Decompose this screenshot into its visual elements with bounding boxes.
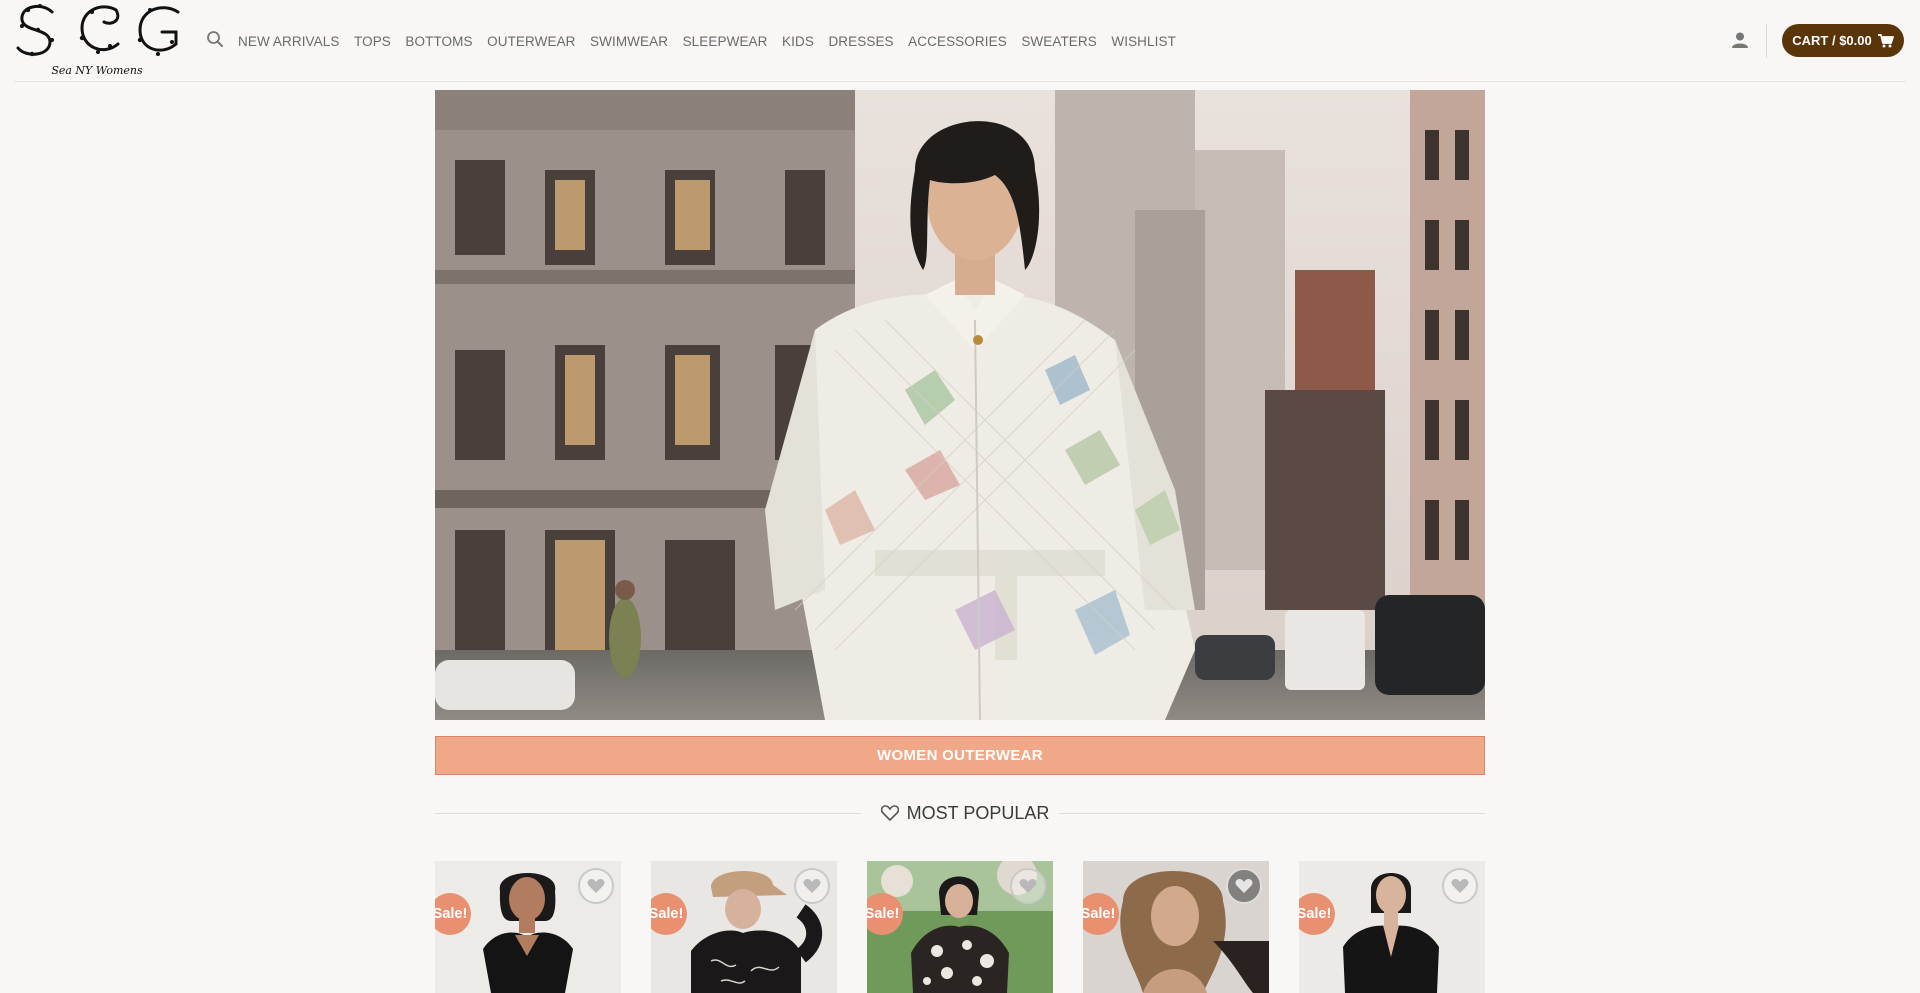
divider-left bbox=[435, 813, 861, 814]
shopping-cart-icon bbox=[1877, 33, 1894, 47]
divider-right bbox=[1059, 813, 1485, 814]
logo-caption: Sea NY Womens bbox=[51, 64, 143, 77]
nav-bottoms[interactable]: BOTTOMS bbox=[405, 34, 472, 49]
cart-button[interactable]: CART / $0.00 bbox=[1782, 24, 1904, 57]
section-title-text: MOST POPULAR bbox=[906, 802, 1050, 823]
header-divider bbox=[1766, 24, 1767, 58]
nav-accessories[interactable]: ACCESSORIES bbox=[908, 34, 1007, 49]
nav-swimwear[interactable]: SWIMWEAR bbox=[590, 34, 668, 49]
hero-image[interactable] bbox=[435, 90, 1485, 720]
logo-mark bbox=[16, 4, 180, 57]
women-outerwear-button[interactable]: WOMEN OUTERWEAR bbox=[435, 736, 1485, 775]
product-card[interactable]: Sale! bbox=[1083, 861, 1269, 993]
cart-label: CART / $0.00 bbox=[1792, 33, 1872, 48]
site-header: Sea NY Womens NEW ARRIVALS TOPS BOTTOMS … bbox=[0, 0, 1920, 82]
nav-wishlist[interactable]: WISHLIST bbox=[1111, 34, 1176, 49]
user-icon[interactable] bbox=[1731, 31, 1751, 51]
heart-outline-icon bbox=[880, 805, 899, 821]
nav-sleepwear[interactable]: SLEEPWEAR bbox=[683, 34, 768, 49]
site-logo[interactable]: Sea NY Womens bbox=[12, 0, 182, 82]
nav-kids[interactable]: KIDS bbox=[782, 34, 814, 49]
heart-icon[interactable] bbox=[1226, 868, 1262, 904]
heart-icon[interactable] bbox=[1010, 868, 1046, 904]
product-card[interactable]: Sale! bbox=[435, 861, 621, 993]
main-nav: NEW ARRIVALS TOPS BOTTOMS OUTERWEAR SWIM… bbox=[238, 31, 1190, 51]
heart-icon[interactable] bbox=[794, 868, 830, 904]
section-title: MOST POPULAR bbox=[875, 802, 1055, 824]
nav-sweaters[interactable]: SWEATERS bbox=[1021, 34, 1097, 49]
nav-tops[interactable]: TOPS bbox=[354, 34, 391, 49]
search-icon[interactable] bbox=[206, 30, 226, 50]
nav-new-arrivals[interactable]: NEW ARRIVALS bbox=[238, 34, 339, 49]
nav-dresses[interactable]: DRESSES bbox=[828, 34, 893, 49]
product-card[interactable]: Sale! bbox=[867, 861, 1053, 993]
nav-outerwear[interactable]: OUTERWEAR bbox=[487, 34, 575, 49]
heart-icon[interactable] bbox=[1442, 868, 1478, 904]
product-card[interactable]: Sale! bbox=[1299, 861, 1485, 993]
product-card[interactable]: Sale! bbox=[651, 861, 837, 993]
product-grid: Sale! Sale! Sale! Sale! Sale! bbox=[435, 861, 1485, 993]
heart-icon[interactable] bbox=[578, 868, 614, 904]
most-popular-heading: MOST POPULAR bbox=[435, 800, 1485, 826]
header-border bbox=[14, 81, 1906, 82]
